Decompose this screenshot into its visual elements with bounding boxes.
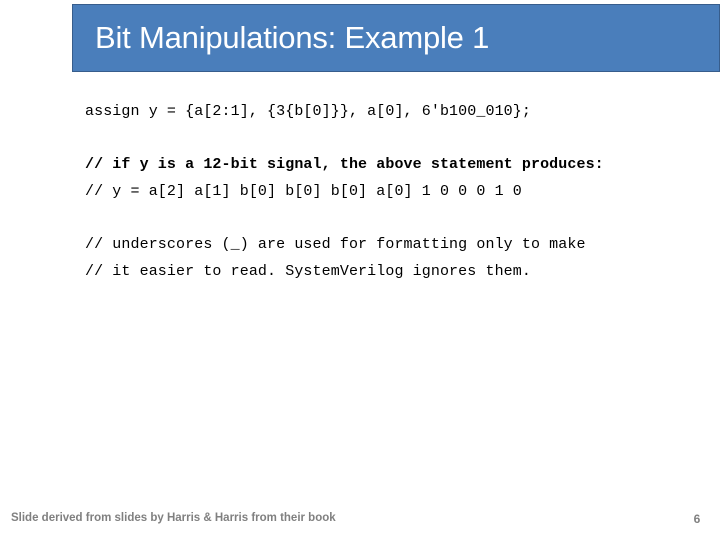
code-block-assign: assign y = {a[2:1], {3{b[0]}}, a[0], 6'b… (85, 98, 715, 125)
code-line: // y = a[2] a[1] b[0] b[0] b[0] a[0] 1 0… (85, 183, 522, 200)
page-title: Bit Manipulations: Example 1 (95, 19, 490, 55)
code-block-comment-underscores: // underscores (_) are used for formatti… (85, 231, 715, 285)
code-block-comment-result: // if y is a 12-bit signal, the above st… (85, 151, 715, 205)
slide-page-number: 6 (693, 512, 701, 526)
code-line: // underscores (_) are used for formatti… (85, 236, 586, 253)
code-line: // it easier to read. SystemVerilog igno… (85, 263, 531, 280)
slide-canvas: Bit Manipulations: Example 1 assign y = … (0, 0, 720, 540)
code-line: // if y is a 12-bit signal, the above st… (85, 156, 604, 173)
code-line: assign y = {a[2:1], {3{b[0]}}, a[0], 6'b… (85, 103, 531, 120)
code-content-area: assign y = {a[2:1], {3{b[0]}}, a[0], 6'b… (85, 98, 715, 285)
footer-attribution: Slide derived from slides by Harris & Ha… (11, 512, 336, 524)
slide-title-bar: Bit Manipulations: Example 1 (72, 4, 720, 72)
